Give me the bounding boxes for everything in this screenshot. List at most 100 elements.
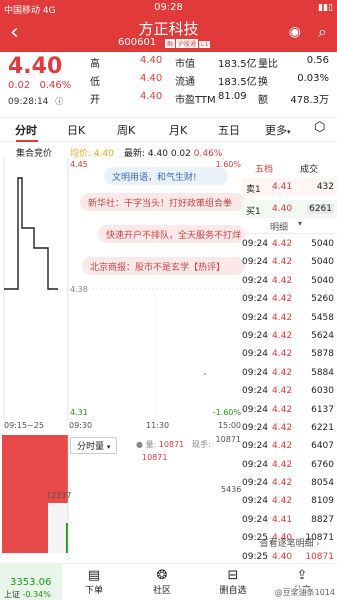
trade-volume: 6407	[311, 441, 334, 452]
index-value: 3353.06	[10, 577, 52, 588]
trade-price: 4.42	[272, 478, 293, 489]
danmu-bubble-4[interactable]: 北京商报：股市不是玄学【热评】	[82, 257, 245, 275]
trade-row: 09:24 4.42 6221	[242, 420, 337, 438]
danmu-bubble-1[interactable]: 文明用语，和气生财!	[104, 167, 228, 185]
volume-panel[interactable]: 分时量 ▾ ● 量: 10871 现手: 10871 10871 12237 5…	[0, 433, 245, 560]
trade-row: 09:24 4.42 6407	[242, 438, 337, 456]
danmu-bubble-3[interactable]: 快速开户不排队，全天服务不打烊	[98, 225, 245, 243]
settings-icon[interactable]: ⬡	[314, 120, 325, 135]
robot-icon[interactable]: ◉	[289, 24, 301, 40]
trade-row: 09:24 4.42 5040	[242, 273, 337, 291]
trade-time: 09:24	[242, 422, 268, 433]
change-value: 0.02	[8, 80, 31, 91]
trade-time: 09:24	[242, 404, 268, 415]
trades-list[interactable]: 09:24 4.42 5040 09:24 4.42 5040 09:24 4.42 5040 0…	[242, 236, 337, 567]
tab-weekly-k[interactable]: 周K	[117, 122, 135, 138]
tab-trades[interactable]: 成交	[300, 162, 318, 175]
tag-margin: 融	[165, 39, 176, 48]
status-bar: 中国移动 4G 09:28 ▮▮▯	[0, 0, 337, 16]
trade-time: 09:24	[242, 275, 268, 286]
buy1-vol: 6261	[307, 204, 334, 214]
tab-daily-k[interactable]: 日K	[67, 122, 85, 138]
label-float: 流通	[175, 77, 195, 88]
trade-time: 09:24	[242, 239, 268, 249]
tab-more[interactable]: 更多▾	[265, 122, 291, 138]
bottom-community-button[interactable]: ❂ 社区	[137, 568, 187, 596]
trade-price: 4.41	[272, 514, 293, 525]
x-label-open: 09:30	[69, 421, 93, 430]
trade-time: 09:24	[242, 312, 268, 323]
trade-volume: 8054	[311, 478, 334, 489]
trade-footer[interactable]: 查看逐笔明细 ›	[242, 536, 337, 552]
chart-tabs: 分时 日K 周K 月K 五日 更多▾ ⬡	[0, 117, 337, 142]
volume-mid-left: 12237	[46, 491, 72, 500]
trade-volume: 6760	[311, 459, 334, 470]
trade-row: 09:24 4.42 5040	[242, 254, 337, 272]
trade-price: 4.42	[272, 330, 293, 341]
tab-monthly-k[interactable]: 月K	[169, 122, 187, 138]
auction-volume-green	[66, 523, 68, 553]
sell1-label: 卖1	[246, 185, 261, 195]
quote-row-low: 低 4.40 流通 183.5亿 换 0.03%	[88, 73, 332, 91]
intraday-chart[interactable]: 4.45 4.38 4.31 1.60% -1.60% 文明用语，和气生财! 新…	[0, 158, 245, 420]
trade-footer-label: 查看逐笔明细	[259, 539, 314, 549]
quote-row-open: 开 4.40 市盈TTM 81.09 额 478.3万	[88, 91, 332, 109]
danmu-bubble-2[interactable]: 新华社：干字当头！打好政策组合拳	[80, 193, 245, 211]
chevron-right-icon: ›	[313, 539, 320, 548]
hand-value: 10871	[142, 453, 168, 462]
stock-code: 600601	[118, 37, 157, 48]
price-change: 0.02 0.46%	[8, 80, 71, 91]
quote-fields: 高 4.40 市值 183.5亿 量比 0.56 低 4.40 流通 183.5…	[88, 55, 332, 109]
trade-time: 09:24	[242, 330, 268, 341]
trade-price: 4.42	[272, 496, 293, 507]
caret-down-icon: ▾	[298, 219, 303, 228]
trade-row: 09:24 4.42 6760	[242, 457, 337, 475]
trade-price: 4.42	[272, 367, 293, 378]
trade-time: 09:24	[242, 257, 268, 268]
qty-label: ● 量: 10871	[136, 439, 184, 450]
trade-time: 09:24	[242, 496, 268, 507]
trade-time: 09:24	[242, 367, 268, 378]
trade-volume: 8109	[311, 496, 334, 507]
trade-row: 09:24 4.42 5878	[242, 346, 337, 364]
index-widget[interactable]: 3353.06 上证 -0.34%	[0, 564, 62, 600]
search-icon[interactable]: ⌕	[318, 22, 327, 42]
trade-volume: 5040	[311, 275, 334, 286]
label-high: 高	[90, 59, 100, 70]
stock-header: ‹ 方正科技 600601 融沪股通 L1 ◉ ⌕	[0, 16, 337, 52]
bottom-remove-watch-button[interactable]: ⊟ 删自选	[208, 568, 258, 596]
tab-underline	[16, 140, 38, 142]
y-low-label: 4.31	[70, 408, 88, 417]
tab-intraday[interactable]: 分时	[15, 122, 37, 138]
order-book-panel: 五档 成交 卖1 4.41 432 买1 4.40 6261 明细 ▾ 09:2…	[242, 158, 337, 562]
trade-price: 4.42	[272, 422, 293, 433]
trade-price: 4.42	[272, 312, 293, 323]
tab-five-day[interactable]: 五日	[218, 122, 240, 138]
volume-selector[interactable]: 分时量 ▾	[70, 437, 118, 454]
qty-caption: 量:	[145, 440, 157, 449]
info-icon[interactable]: ⓘ	[55, 97, 63, 106]
qty-dot-icon: ●	[136, 440, 146, 449]
chart-legend: 集合竞价 均价: 4.40 最新: 4.40 0.02 0.46%	[0, 144, 245, 159]
index-chg: -0.34%	[22, 590, 51, 599]
bottom-order-button[interactable]: ▤ 下单	[69, 568, 119, 596]
trade-time: 09:24	[242, 441, 268, 452]
trade-volume: 5624	[311, 330, 334, 341]
tab-five-level[interactable]: 五档	[255, 162, 273, 175]
y-mid-label: 4.38	[70, 285, 88, 294]
detail-header[interactable]: 明细 ▾	[242, 218, 337, 234]
status-time: 09:28	[154, 2, 183, 13]
trade-volume: 8827	[311, 514, 334, 525]
reference-dot	[204, 373, 206, 375]
trade-time: 09:24	[242, 459, 268, 470]
quote-row-high: 高 4.40 市值 183.5亿 量比 0.56	[88, 55, 332, 73]
watermark: @豆浆油条1014	[274, 587, 335, 598]
trade-row: 09:24 4.42 5624	[242, 328, 337, 346]
tab-more-label: 更多	[265, 124, 287, 137]
buy1-price: 4.40	[272, 204, 293, 214]
trade-row: 09:24 4.42 5884	[242, 365, 337, 383]
hand-label: 现手:	[192, 440, 211, 449]
volume-max-label: 10871	[215, 435, 241, 444]
trade-volume: 6030	[311, 386, 334, 397]
auction-volume-gap	[48, 503, 68, 553]
